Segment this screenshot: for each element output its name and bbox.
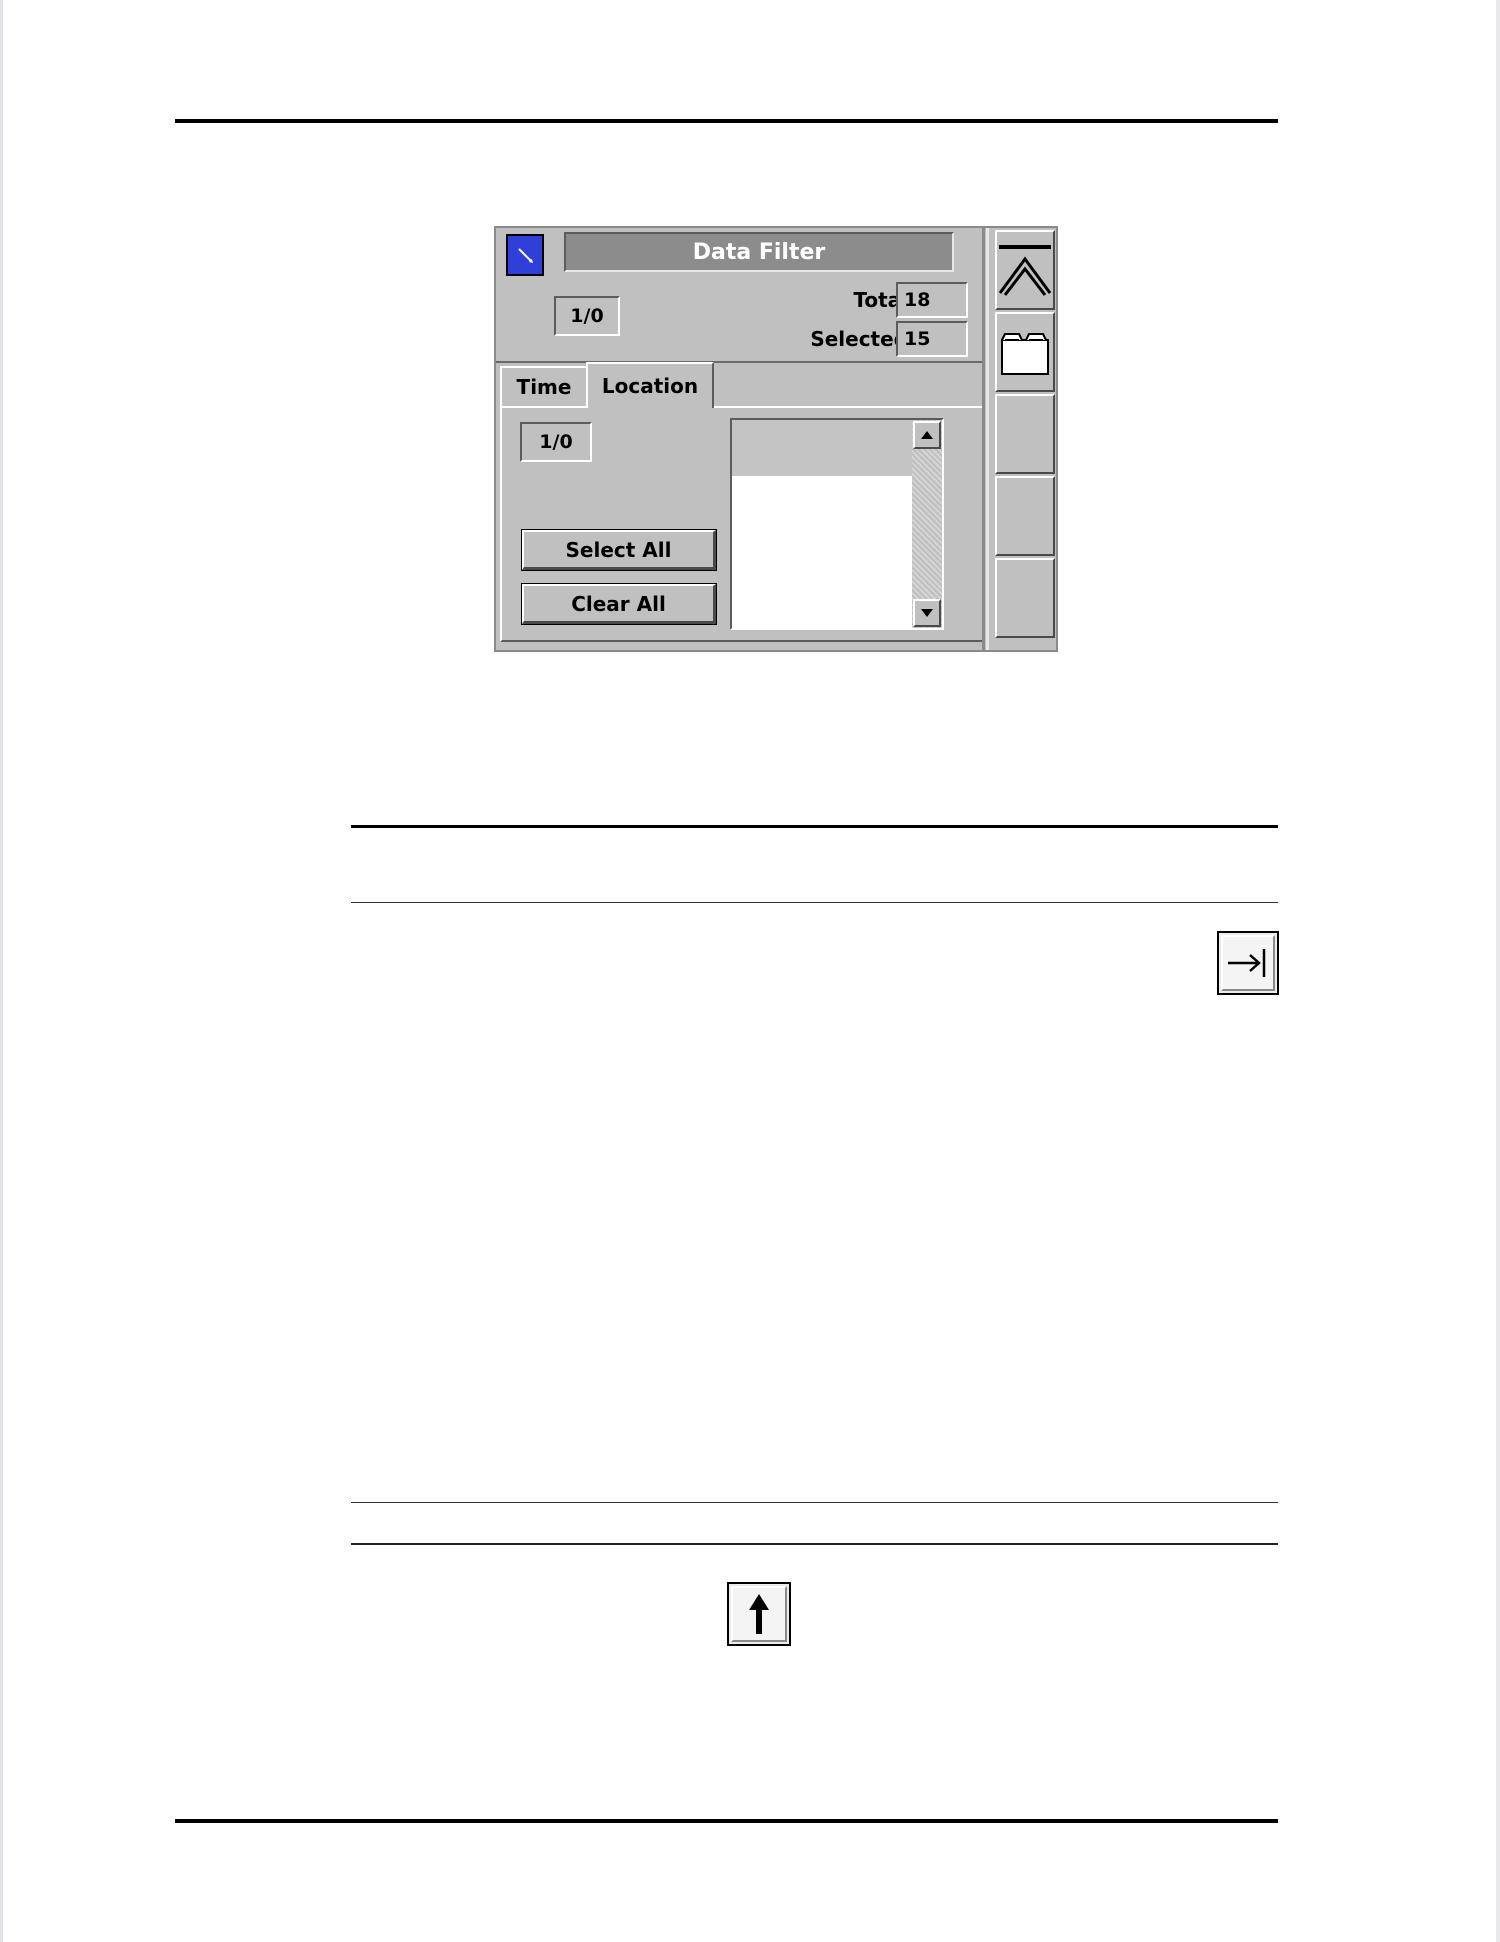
scroll-up-icon bbox=[921, 431, 933, 439]
screen-title: Data Filter bbox=[564, 232, 954, 272]
table-top-rule bbox=[351, 825, 1278, 828]
double-chevron-up-icon bbox=[998, 245, 1052, 296]
page-right-edge bbox=[1496, 0, 1500, 1942]
softkey-top-level[interactable] bbox=[995, 230, 1055, 310]
page-left-edge bbox=[0, 0, 3, 1942]
tab-right-arrow-icon bbox=[1217, 931, 1279, 995]
folder-icon bbox=[1001, 333, 1049, 375]
header-divider bbox=[496, 361, 984, 363]
table-bottom-rule bbox=[351, 1543, 1278, 1545]
table-lower-rule bbox=[351, 1502, 1278, 1503]
pen-button[interactable] bbox=[506, 234, 544, 276]
softkey-5[interactable] bbox=[995, 558, 1055, 638]
scroll-down-icon bbox=[921, 609, 933, 617]
clear-all-button[interactable]: Clear All bbox=[521, 583, 717, 625]
list-scrollbar[interactable] bbox=[912, 420, 942, 628]
select-all-button[interactable]: Select All bbox=[521, 529, 717, 571]
tab-location[interactable]: Location bbox=[586, 362, 714, 408]
scroll-down-button[interactable] bbox=[913, 599, 941, 627]
panel-io-indicator: 1/0 bbox=[520, 422, 592, 462]
io-indicator: 1/0 bbox=[554, 296, 620, 336]
pen-icon bbox=[518, 248, 533, 263]
list-header-row bbox=[732, 420, 912, 476]
table-header-rule bbox=[351, 902, 1278, 903]
location-list[interactable] bbox=[730, 418, 944, 630]
selected-value: 15 bbox=[896, 321, 968, 357]
up-arrow-icon bbox=[727, 1582, 791, 1646]
footer-rule bbox=[175, 1819, 1278, 1823]
selected-label: Selected: bbox=[810, 327, 916, 351]
data-filter-screen: Data Filter 1/0 Total: 18 Selected: 15 T… bbox=[494, 226, 1058, 652]
scroll-up-button[interactable] bbox=[913, 421, 941, 449]
softkey-folder[interactable] bbox=[995, 312, 1055, 392]
softkey-sidebar bbox=[982, 228, 1056, 650]
softkey-3[interactable] bbox=[995, 394, 1055, 474]
total-value: 18 bbox=[896, 282, 968, 318]
softkey-4[interactable] bbox=[995, 476, 1055, 556]
header-rule bbox=[175, 119, 1278, 123]
tab-time[interactable]: Time bbox=[500, 366, 588, 406]
